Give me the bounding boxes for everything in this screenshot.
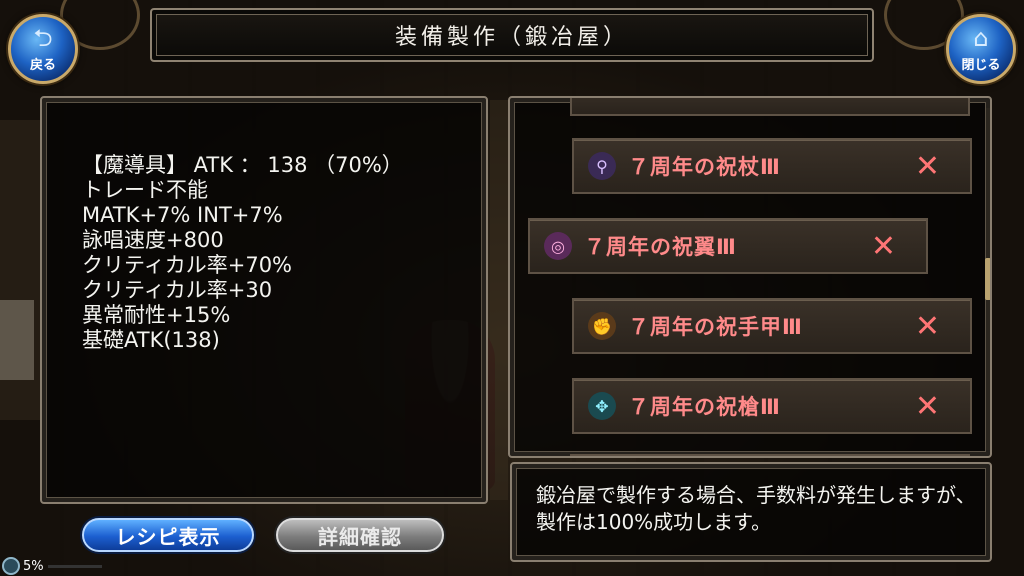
detail-check-button[interactable]: 詳細確認 [276,518,444,552]
download-progress: 5% [2,556,102,576]
progress-icon [2,557,20,575]
item-stats-panel: 【魔導具】 ATK ： 138 （70%） トレード不能 MATK+7% INT… [40,96,488,504]
recipe-name: ７周年の祝手甲Ⅲ [628,315,803,339]
back-arrow-icon: ⮌ [33,23,53,52]
stat-line: 詠唱速度+800 [82,228,224,252]
recipe-name: ７周年の祝槍Ⅲ [628,395,781,419]
recipe-item-staff[interactable]: ⚲ ７周年の祝杖Ⅲ ✕ [572,138,972,194]
stat-line: クリティカル率+30 [82,278,273,302]
progress-bar [47,564,102,568]
close-label: 閉じる [961,57,1001,73]
recipe-item-partial[interactable] [570,98,970,116]
message-panel: 鍛冶屋で製作する場合、手数料が発生しますが、製作は100%成功します。 [510,462,992,562]
recipe-item-partial[interactable] [570,454,970,456]
stat-line: 異常耐性+15% [82,303,231,327]
close-button[interactable]: ⌂ 閉じる [946,14,1016,84]
unavailable-mark-icon: ✕ [870,228,896,264]
recipe-item-gauntlet[interactable]: ✊ ７周年の祝手甲Ⅲ ✕ [572,298,972,354]
message-text: 鍛冶屋で製作する場合、手数料が発生しますが、製作は100%成功します。 [536,483,976,534]
unavailable-mark-icon: ✕ [914,148,940,184]
spear-icon: ✥ [588,392,616,420]
wall-paper [0,300,34,380]
recipe-name: ７周年の祝翼Ⅲ [584,235,737,259]
recipe-item-wing[interactable]: ◎ ７周年の祝翼Ⅲ ✕ [528,218,928,274]
stat-line: 基礎ATK(138) [82,328,220,352]
page-title: 装備製作（鍛冶屋） [394,25,629,50]
recipe-list-panel[interactable]: ⚲ ７周年の祝杖Ⅲ ✕ ◎ ７周年の祝翼Ⅲ ✕ ✊ ７周年の祝手甲Ⅲ ✕ ✥ ７… [508,96,992,458]
recipe-name: ７周年の祝杖Ⅲ [628,155,781,179]
recipe-display-button[interactable]: レシピ表示 [82,518,254,552]
back-label: 戻る [29,57,56,73]
stat-line: トレード不能 [82,178,208,202]
unavailable-mark-icon: ✕ [914,308,940,344]
wing-icon: ◎ [544,232,572,260]
item-stats: 【魔導具】 ATK ： 138 （70%） トレード不能 MATK+7% INT… [82,153,403,353]
progress-label: 5% [23,558,44,574]
stat-line: 【魔導具】 ATK ： 138 （70%） [82,153,403,177]
stat-line: クリティカル率+70% [82,253,293,277]
unavailable-mark-icon: ✕ [914,388,940,424]
recipe-item-spear[interactable]: ✥ ７周年の祝槍Ⅲ ✕ [572,378,972,434]
back-button[interactable]: ⮌ 戻る [8,14,78,84]
home-icon: ⌂ [973,23,989,52]
gauntlet-icon: ✊ [588,312,616,340]
title-bar: 装備製作（鍛冶屋） [150,8,874,62]
staff-icon: ⚲ [588,152,616,180]
stat-line: MATK+7% INT+7% [82,203,283,227]
scrollbar-thumb[interactable] [985,258,990,300]
